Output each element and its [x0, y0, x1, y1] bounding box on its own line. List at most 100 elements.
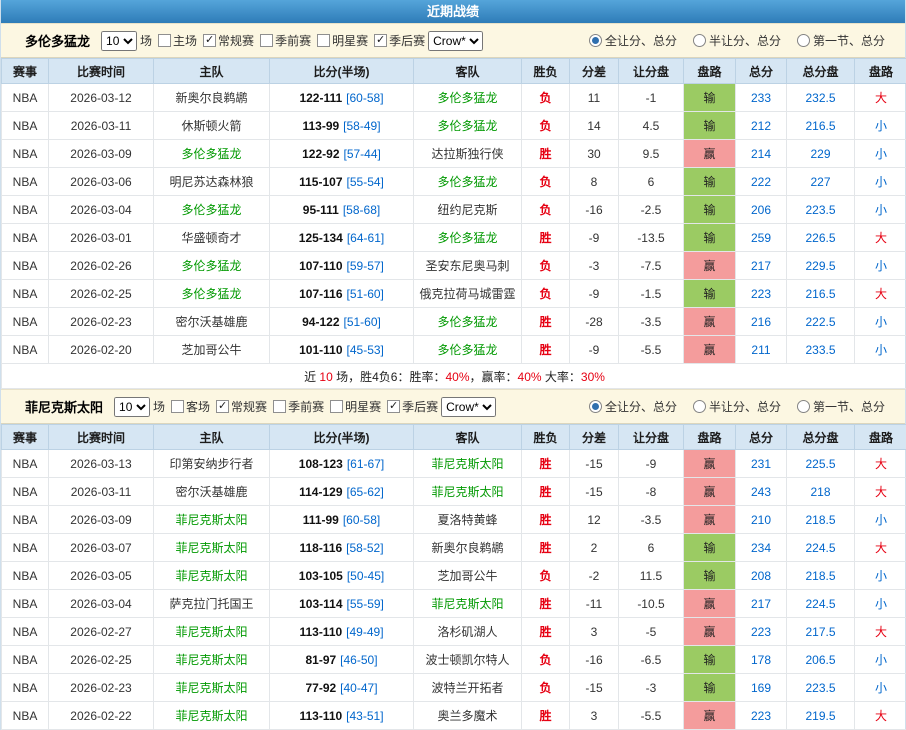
cell-away-team: 洛杉矶湖人: [414, 618, 522, 646]
radio-icon[interactable]: [797, 400, 810, 413]
game-row: NBA2026-03-11密尔沃基雄鹿114-129[65-62]菲尼克斯太阳胜…: [2, 478, 906, 506]
checkbox-icon[interactable]: [171, 400, 184, 413]
cell-win-lose: 胜: [522, 336, 570, 364]
checkbox-icon[interactable]: [260, 34, 273, 47]
column-header: 胜负: [522, 425, 570, 450]
cell-win-lose: 胜: [522, 506, 570, 534]
cell-home-team: 菲尼克斯太阳: [154, 534, 270, 562]
game-row: NBA2026-03-09多伦多猛龙122-92[57-44]达拉斯独行侠胜30…: [2, 140, 906, 168]
score-value: 113-110: [299, 709, 342, 723]
checkbox-icon[interactable]: ✓: [387, 400, 400, 413]
summary-segment: 40%: [445, 370, 469, 384]
cell-home-team: 菲尼克斯太阳: [154, 562, 270, 590]
cell-win-lose: 胜: [522, 308, 570, 336]
column-header: 总分盘: [787, 425, 855, 450]
checkbox-icon[interactable]: [273, 400, 286, 413]
cell-score: 81-97[46-50]: [270, 646, 414, 674]
cell-home-team: 印第安纳步行者: [154, 450, 270, 478]
stat-mode-radio[interactable]: 第一节、总分: [797, 398, 885, 415]
stat-mode-radio-group: 全让分、总分半让分、总分第一节、总分: [573, 398, 897, 415]
cell-handicap-result: 赢: [684, 140, 736, 168]
filter-checkbox[interactable]: 客场: [171, 398, 210, 415]
stat-mode-radio[interactable]: 全让分、总分: [589, 32, 677, 49]
halftime-score: [60-58]: [346, 91, 383, 105]
cell-point-diff: -9: [570, 336, 619, 364]
game-row: NBA2026-02-22菲尼克斯太阳113-110[43-51]奥兰多魔术胜3…: [2, 702, 906, 730]
stat-mode-radio[interactable]: 全让分、总分: [589, 398, 677, 415]
cell-date: 2026-03-01: [49, 224, 154, 252]
cell-win-lose: 负: [522, 646, 570, 674]
cell-league: NBA: [2, 224, 49, 252]
cell-point-diff: 2: [570, 534, 619, 562]
cell-league: NBA: [2, 84, 49, 112]
game-row: NBA2026-02-26多伦多猛龙107-110[59-57]圣安东尼奥马刺负…: [2, 252, 906, 280]
checkbox-icon[interactable]: [158, 34, 171, 47]
radio-icon[interactable]: [589, 34, 602, 47]
checkbox-icon[interactable]: ✓: [374, 34, 387, 47]
cell-win-lose: 胜: [522, 590, 570, 618]
column-header: 让分盘: [619, 425, 684, 450]
score-value: 101-110: [299, 343, 342, 357]
halftime-score: [45-53]: [347, 343, 384, 357]
radio-icon[interactable]: [693, 34, 706, 47]
cell-total-points: 234: [736, 534, 787, 562]
checkbox-icon[interactable]: [317, 34, 330, 47]
filter-checkbox[interactable]: 明星赛: [330, 398, 381, 415]
filter-checkbox[interactable]: 明星赛: [317, 32, 368, 49]
cell-total-points: 233: [736, 84, 787, 112]
cell-win-lose: 负: [522, 562, 570, 590]
score-value: 113-110: [299, 625, 342, 639]
stat-mode-radio[interactable]: 第一节、总分: [797, 32, 885, 49]
score-value: 103-105: [299, 569, 343, 583]
radio-icon[interactable]: [693, 400, 706, 413]
filter-checkbox[interactable]: ✓常规赛: [203, 32, 254, 49]
halftime-score: [64-61]: [347, 231, 384, 245]
cell-home-team: 菲尼克斯太阳: [154, 674, 270, 702]
filter-checkbox[interactable]: ✓常规赛: [216, 398, 267, 415]
filter-checkbox[interactable]: 主场: [158, 32, 197, 49]
cell-date: 2026-03-12: [49, 84, 154, 112]
stat-mode-radio[interactable]: 半让分、总分: [693, 32, 781, 49]
cell-home-team: 多伦多猛龙: [154, 252, 270, 280]
checkbox-icon[interactable]: ✓: [203, 34, 216, 47]
cell-total-line: 223.5: [787, 674, 855, 702]
column-header: 总分: [736, 425, 787, 450]
cell-over-under-result: 大: [855, 450, 906, 478]
score-value: 95-111: [303, 203, 339, 217]
cell-league: NBA: [2, 590, 49, 618]
cell-handicap-line: -5: [619, 618, 684, 646]
filter-checkbox[interactable]: ✓季后赛: [387, 398, 438, 415]
summary-text: 近 10 场，胜4负6：胜率：40%，赢率：40% 大率：30%: [2, 364, 906, 389]
cell-away-team: 多伦多猛龙: [414, 168, 522, 196]
games-count-select[interactable]: 10: [114, 397, 150, 417]
cell-handicap-line: -1.5: [619, 280, 684, 308]
checkbox-icon[interactable]: [330, 400, 343, 413]
cell-league: NBA: [2, 534, 49, 562]
cell-win-lose: 负: [522, 252, 570, 280]
column-header: 盘路: [684, 59, 736, 84]
cell-handicap-result: 赢: [684, 336, 736, 364]
cell-away-team: 夏洛特黄蜂: [414, 506, 522, 534]
filter-checkbox[interactable]: 季前赛: [273, 398, 324, 415]
bookmaker-select[interactable]: Crow*: [428, 31, 483, 51]
cell-point-diff: 30: [570, 140, 619, 168]
radio-icon[interactable]: [589, 400, 602, 413]
cell-date: 2026-03-05: [49, 562, 154, 590]
filter-checkbox[interactable]: 季前赛: [260, 32, 311, 49]
checkbox-label: 季后赛: [402, 398, 438, 415]
radio-label: 第一节、总分: [813, 32, 885, 49]
cell-score: 113-99[58-49]: [270, 112, 414, 140]
stat-mode-radio[interactable]: 半让分、总分: [693, 398, 781, 415]
cell-home-team: 芝加哥公牛: [154, 336, 270, 364]
summary-segment: 大率：: [542, 370, 581, 384]
bookmaker-select[interactable]: Crow*: [441, 397, 496, 417]
cell-win-lose: 胜: [522, 702, 570, 730]
games-count-select[interactable]: 10: [101, 31, 137, 51]
radio-icon[interactable]: [797, 34, 810, 47]
cell-score: 95-111[58-68]: [270, 196, 414, 224]
cell-date: 2026-03-09: [49, 506, 154, 534]
checkbox-icon[interactable]: ✓: [216, 400, 229, 413]
column-header: 总分: [736, 59, 787, 84]
filter-checkbox[interactable]: ✓季后赛: [374, 32, 425, 49]
cell-league: NBA: [2, 702, 49, 730]
